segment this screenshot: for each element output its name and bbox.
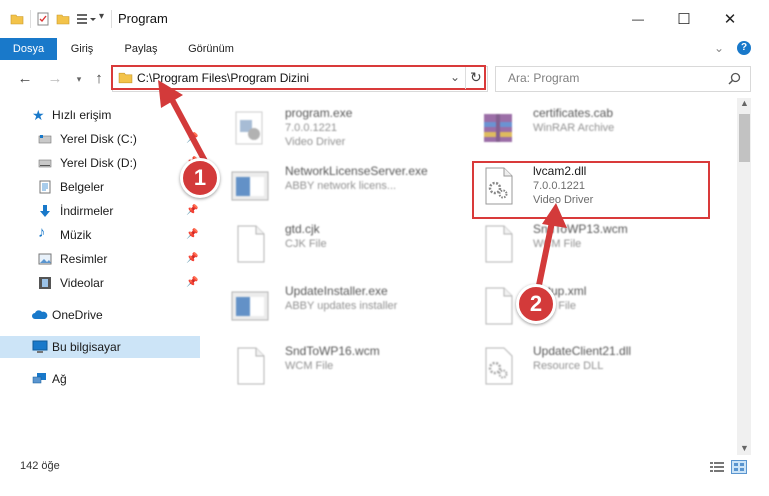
file-item[interactable]: Setup.xml XML File <box>478 284 718 330</box>
file-list: program.exe 7.0.0.1221 Video Driver cert… <box>205 98 735 456</box>
tab-share[interactable]: Paylaş <box>115 38 167 60</box>
step-2-badge: 2 <box>516 284 556 324</box>
pin-icon[interactable]: 📌 <box>186 205 198 216</box>
blank-file-icon <box>237 347 265 385</box>
recent-locations-icon[interactable]: ▾ <box>70 70 88 88</box>
sidebar-item-quick-access[interactable]: ★ Hızlı erişim <box>0 104 200 126</box>
large-icons-view-icon[interactable] <box>731 460 747 474</box>
customize-quick-access-icon[interactable]: ▾ <box>99 11 104 22</box>
scroll-up-icon[interactable]: ▲ <box>740 98 749 108</box>
sidebar-item-onedrive[interactable]: OneDrive <box>0 304 200 326</box>
sidebar-item-downloads[interactable]: İndirmeler 📌 <box>0 200 200 222</box>
file-item[interactable]: UpdateClient21.dll Resource DLL <box>478 344 718 390</box>
pin-icon[interactable]: 📌 <box>186 133 198 144</box>
pin-icon[interactable]: 📌 <box>186 229 198 240</box>
forward-icon[interactable]: → <box>46 70 64 88</box>
star-icon: ★ <box>32 107 45 123</box>
sidebar-item-music[interactable]: ♪ Müzik 📌 <box>0 224 200 246</box>
file-item[interactable]: NetworkLicenseServer.exe ABBY network li… <box>230 164 470 210</box>
folder-icon <box>118 72 133 84</box>
sidebar-item-local-disk-c[interactable]: Yerel Disk (C:) 📌 <box>0 128 200 150</box>
minimize-button[interactable]: — <box>615 0 661 38</box>
close-button[interactable]: ✕ <box>707 0 753 38</box>
pictures-icon <box>38 253 52 265</box>
status-bar: 142 öğe <box>0 456 769 496</box>
file-item[interactable]: program.exe 7.0.0.1221 Video Driver <box>230 106 470 152</box>
dll-file-icon <box>485 347 513 385</box>
help-icon[interactable]: ? <box>737 41 751 55</box>
back-icon[interactable]: ← <box>16 70 34 88</box>
properties-icon[interactable] <box>36 12 50 26</box>
tab-file[interactable]: Dosya <box>0 38 57 60</box>
navigation-pane: ★ Hızlı erişim Yerel Disk (C:) 📌 Yerel D… <box>0 98 205 456</box>
tab-view[interactable]: Görünüm <box>178 38 244 60</box>
file-highlight-box <box>472 161 710 219</box>
file-item[interactable]: UpdateInstaller.exe ABBY updates install… <box>230 284 470 330</box>
expand-ribbon-icon[interactable]: ⌄ <box>714 41 724 55</box>
file-item[interactable]: certificates.cab WinRAR Archive <box>478 106 718 152</box>
exe-window-icon <box>231 171 269 201</box>
maximize-button[interactable]: ☐ <box>661 0 707 38</box>
address-dropdown-icon[interactable]: ⌄ <box>450 70 460 84</box>
folder-icon <box>10 14 24 25</box>
exe-file-icon <box>235 111 263 145</box>
download-icon <box>40 205 50 217</box>
network-icon <box>32 373 46 384</box>
blank-file-icon <box>237 225 265 263</box>
sidebar-item-videos[interactable]: Videolar 📌 <box>0 272 200 294</box>
sidebar-item-network[interactable]: Ağ <box>0 368 200 390</box>
sidebar-item-this-pc[interactable]: Bu bilgisayar <box>0 336 200 358</box>
item-count: 142 öğe <box>20 460 60 472</box>
videos-icon <box>39 277 51 289</box>
computer-icon <box>32 340 48 353</box>
search-icon[interactable] <box>728 72 741 85</box>
drive-icon <box>38 159 52 168</box>
up-icon[interactable]: ↑ <box>90 70 108 88</box>
file-item[interactable]: SndToWP16.wcm WCM File <box>230 344 470 390</box>
search-placeholder: Ara: Program <box>508 71 580 85</box>
tab-home[interactable]: Giriş <box>62 38 102 60</box>
step-1-badge: 1 <box>180 158 220 198</box>
sidebar-item-documents[interactable]: Belgeler 📌 <box>0 176 200 198</box>
scrollbar-thumb[interactable] <box>739 114 750 162</box>
window-title: Program <box>118 11 168 26</box>
blank-file-icon <box>485 225 513 263</box>
sidebar-item-local-disk-d[interactable]: Yerel Disk (D:) 📌 <box>0 152 200 174</box>
view-options-icon[interactable] <box>76 12 96 26</box>
exe-window-icon <box>231 291 269 321</box>
music-icon: ♪ <box>38 224 46 241</box>
ribbon-tabs: Dosya Giriş Paylaş Görünüm ⌄ ? <box>0 38 769 61</box>
cloud-icon <box>32 310 48 319</box>
drive-icon <box>38 135 52 144</box>
search-box[interactable]: Ara: Program <box>495 66 751 92</box>
documents-icon <box>39 180 51 194</box>
file-item[interactable]: gtd.cjk CJK File <box>230 222 470 268</box>
pin-icon[interactable]: 📌 <box>186 277 198 288</box>
scroll-down-icon[interactable]: ▼ <box>740 443 749 453</box>
new-folder-icon[interactable] <box>56 12 70 26</box>
archive-icon <box>484 114 512 142</box>
refresh-icon[interactable]: ↻ <box>470 69 482 86</box>
file-item[interactable]: SndToWP13.wcm WCM File <box>478 222 718 268</box>
details-view-icon[interactable] <box>709 461 725 473</box>
sidebar-item-pictures[interactable]: Resimler 📌 <box>0 248 200 270</box>
blank-file-icon <box>485 287 513 325</box>
pin-icon[interactable]: 📌 <box>186 253 198 264</box>
address-path[interactable]: C:\Program Files\Program Dizini <box>137 71 309 85</box>
title-bar: ▾ Program — ☐ ✕ <box>0 0 769 38</box>
